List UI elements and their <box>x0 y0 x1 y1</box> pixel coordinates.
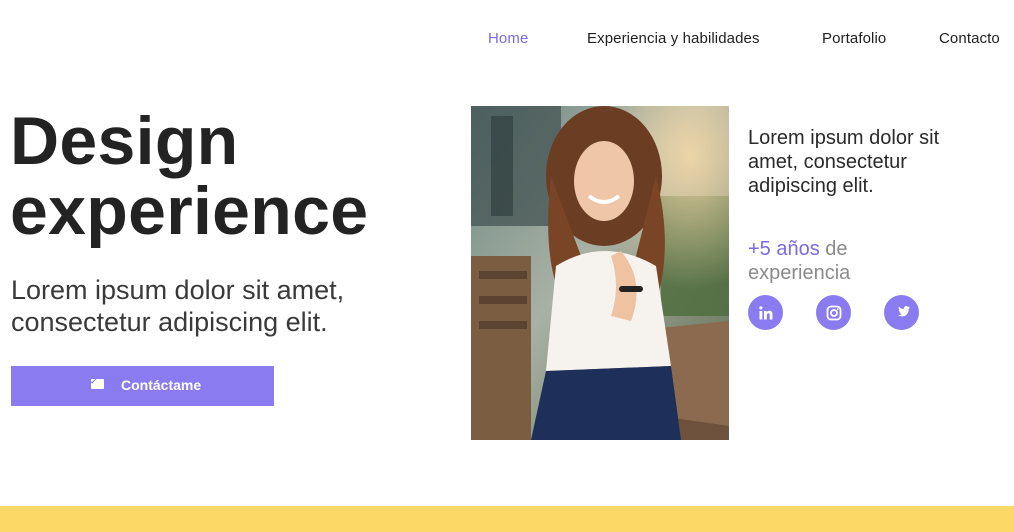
twitter-icon <box>897 306 910 317</box>
instagram-icon <box>826 305 841 320</box>
experience-years: +5 años de experiencia <box>748 237 948 285</box>
nav-home-link[interactable]: Home <box>488 30 528 47</box>
nav-experience-link[interactable]: Experiencia y habilidades <box>587 30 760 47</box>
mail-icon <box>91 379 104 389</box>
linkedin-button[interactable] <box>748 295 783 330</box>
hero-title-line-2: experience <box>10 173 369 249</box>
hero-title: Design experience <box>10 106 368 246</box>
experience-years-highlight: +5 años <box>748 238 820 260</box>
contact-me-label: Contáctame <box>121 377 202 393</box>
linkedin-icon <box>758 305 772 319</box>
twitter-button[interactable] <box>884 295 919 330</box>
main-nav: Home Experiencia y habilidades Portafoli… <box>0 30 1014 52</box>
footer-band <box>0 506 1014 532</box>
nav-portfolio-link[interactable]: Portafolio <box>822 30 886 47</box>
hero-title-line-1: Design <box>10 103 239 179</box>
intro-text: Lorem ipsum dolor sit amet, consectetur … <box>748 127 940 197</box>
profile-photo <box>471 106 729 440</box>
contact-me-button[interactable]: Contáctame <box>11 366 274 406</box>
instagram-button[interactable] <box>816 295 851 330</box>
hero-subtitle: Lorem ipsum dolor sit amet, consectetur … <box>11 275 345 337</box>
nav-contact-link[interactable]: Contacto <box>939 30 1000 47</box>
